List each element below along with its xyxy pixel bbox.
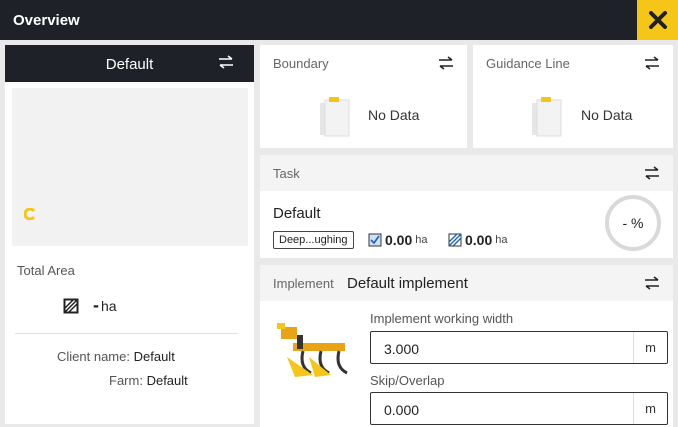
client-label: Client name: [57, 349, 130, 364]
close-icon [648, 11, 667, 29]
skip-overlap-value: 0.000 [384, 402, 420, 418]
task-card[interactable]: Task Default Deep...ughing 0.00 ha 0.00 … [260, 155, 673, 258]
field-name: Default [105, 56, 154, 73]
boundary-status: No Data [368, 107, 420, 123]
task-label: Task [273, 166, 300, 181]
clipboard-icon [532, 97, 562, 137]
working-width-field[interactable]: 3.000 m [370, 331, 668, 364]
guidance-label: Guidance Line [486, 56, 570, 71]
task-progress-value: - % [622, 215, 644, 231]
worked-area-icon [368, 233, 382, 247]
guidance-card[interactable]: Guidance Line No Data [473, 45, 673, 148]
guidance-status: No Data [581, 107, 633, 123]
working-width-unit: m [633, 332, 667, 363]
swap-icon[interactable] [644, 276, 660, 290]
skip-overlap-field[interactable]: 0.000 m [370, 392, 668, 425]
swap-icon[interactable] [644, 166, 660, 180]
swap-icon[interactable] [218, 55, 234, 69]
farm-row: Farm: Default [109, 373, 188, 388]
top-bar: Overview [0, 0, 678, 40]
covered-area-icon [448, 233, 462, 247]
field-panel: Default Total Area - ha Client name: Def… [5, 45, 254, 424]
area-icon [63, 298, 79, 313]
implement-name: Default implement [347, 275, 468, 292]
skip-overlap-unit: m [633, 393, 667, 424]
total-area-unit: ha [101, 297, 117, 314]
task-progress: - % [605, 195, 661, 251]
task-header: Task [260, 155, 673, 191]
client-row: Client name: Default [57, 349, 175, 364]
task-name: Default [273, 205, 321, 222]
boundary-label: Boundary [273, 56, 329, 71]
operation-tag: Deep...ughing [273, 231, 354, 249]
boundary-card[interactable]: Boundary No Data [260, 45, 467, 148]
close-button[interactable] [637, 0, 678, 40]
divider [15, 333, 238, 334]
farm-value: Default [146, 373, 188, 388]
clipboard-icon [320, 97, 350, 137]
total-area: - ha [63, 295, 117, 316]
worked-area: 0.00 ha [368, 232, 428, 248]
field-map[interactable] [12, 88, 248, 246]
skip-label: Skip/Overlap [370, 373, 445, 388]
implement-header: Implement Default implement [260, 265, 673, 301]
field-selector[interactable]: Default [5, 45, 254, 82]
width-label: Implement working width [370, 311, 514, 326]
page-title: Overview [13, 12, 80, 29]
worked-area-unit: ha [415, 234, 428, 246]
worked-area-value: 0.00 [385, 232, 413, 248]
farm-label: Farm: [109, 373, 143, 388]
covered-area-value: 0.00 [465, 232, 493, 248]
guidance-header: Guidance Line [473, 45, 673, 81]
working-width-value: 3.000 [384, 341, 420, 357]
implement-card[interactable]: Implement Default implement Implement wo… [260, 265, 673, 427]
swap-icon[interactable] [438, 56, 454, 70]
swap-icon[interactable] [644, 56, 660, 70]
plough-icon [277, 323, 348, 377]
implement-label: Implement [273, 276, 334, 291]
client-value: Default [133, 349, 175, 364]
location-marker-icon [24, 208, 36, 220]
boundary-header: Boundary [260, 45, 467, 81]
covered-area-unit: ha [495, 234, 508, 246]
total-area-value: - [93, 295, 99, 315]
covered-area: 0.00 ha [448, 232, 508, 248]
total-area-label: Total Area [17, 263, 75, 278]
